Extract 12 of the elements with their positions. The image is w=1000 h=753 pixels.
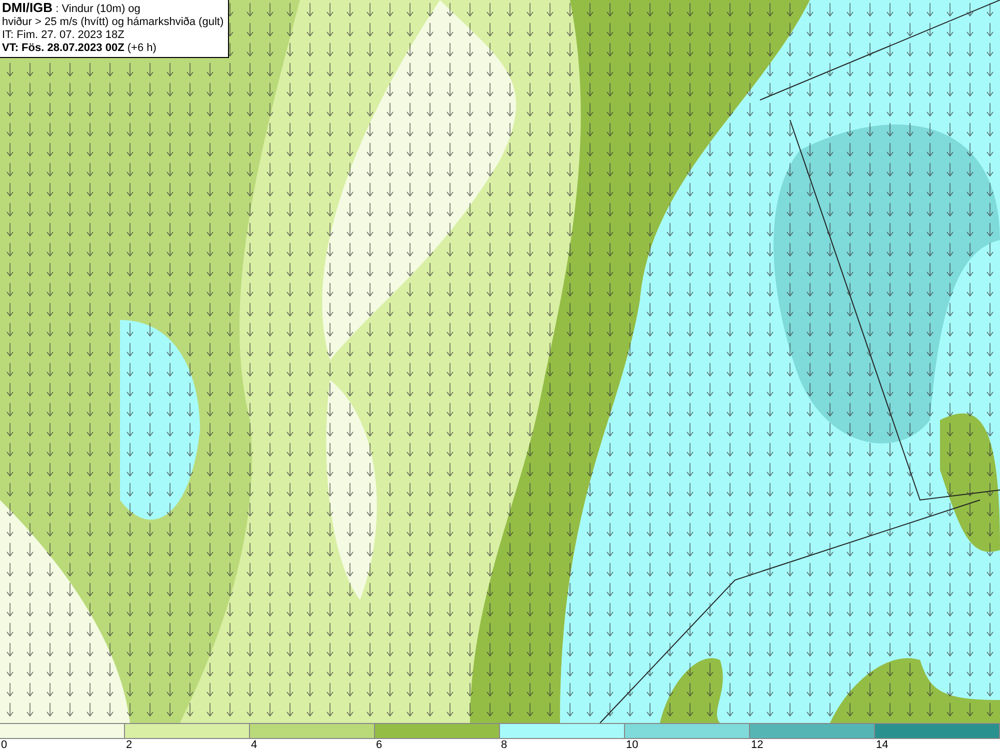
info-line: VT: Fös. 28.07.2023 00Z (+6 h)	[2, 42, 158, 55]
legend-label: 8	[500, 739, 508, 751]
legend-label: 0	[0, 739, 8, 751]
legend-label: 2	[125, 739, 132, 751]
info-line: hviður > 25 m/s (hvítt) og hámarkshviða (gult)	[2, 16, 224, 29]
legend-label: 10	[625, 739, 638, 751]
legend-label: 12	[750, 739, 764, 751]
legend-label: 4	[250, 739, 258, 751]
info-line: IT: Fim. 27. 07. 2023 18Z	[2, 29, 126, 42]
info-line: DMI/IGB : Vindur (10m) og	[2, 1, 142, 16]
legend-label: 6	[375, 739, 382, 751]
legend-label: 14	[875, 739, 888, 751]
